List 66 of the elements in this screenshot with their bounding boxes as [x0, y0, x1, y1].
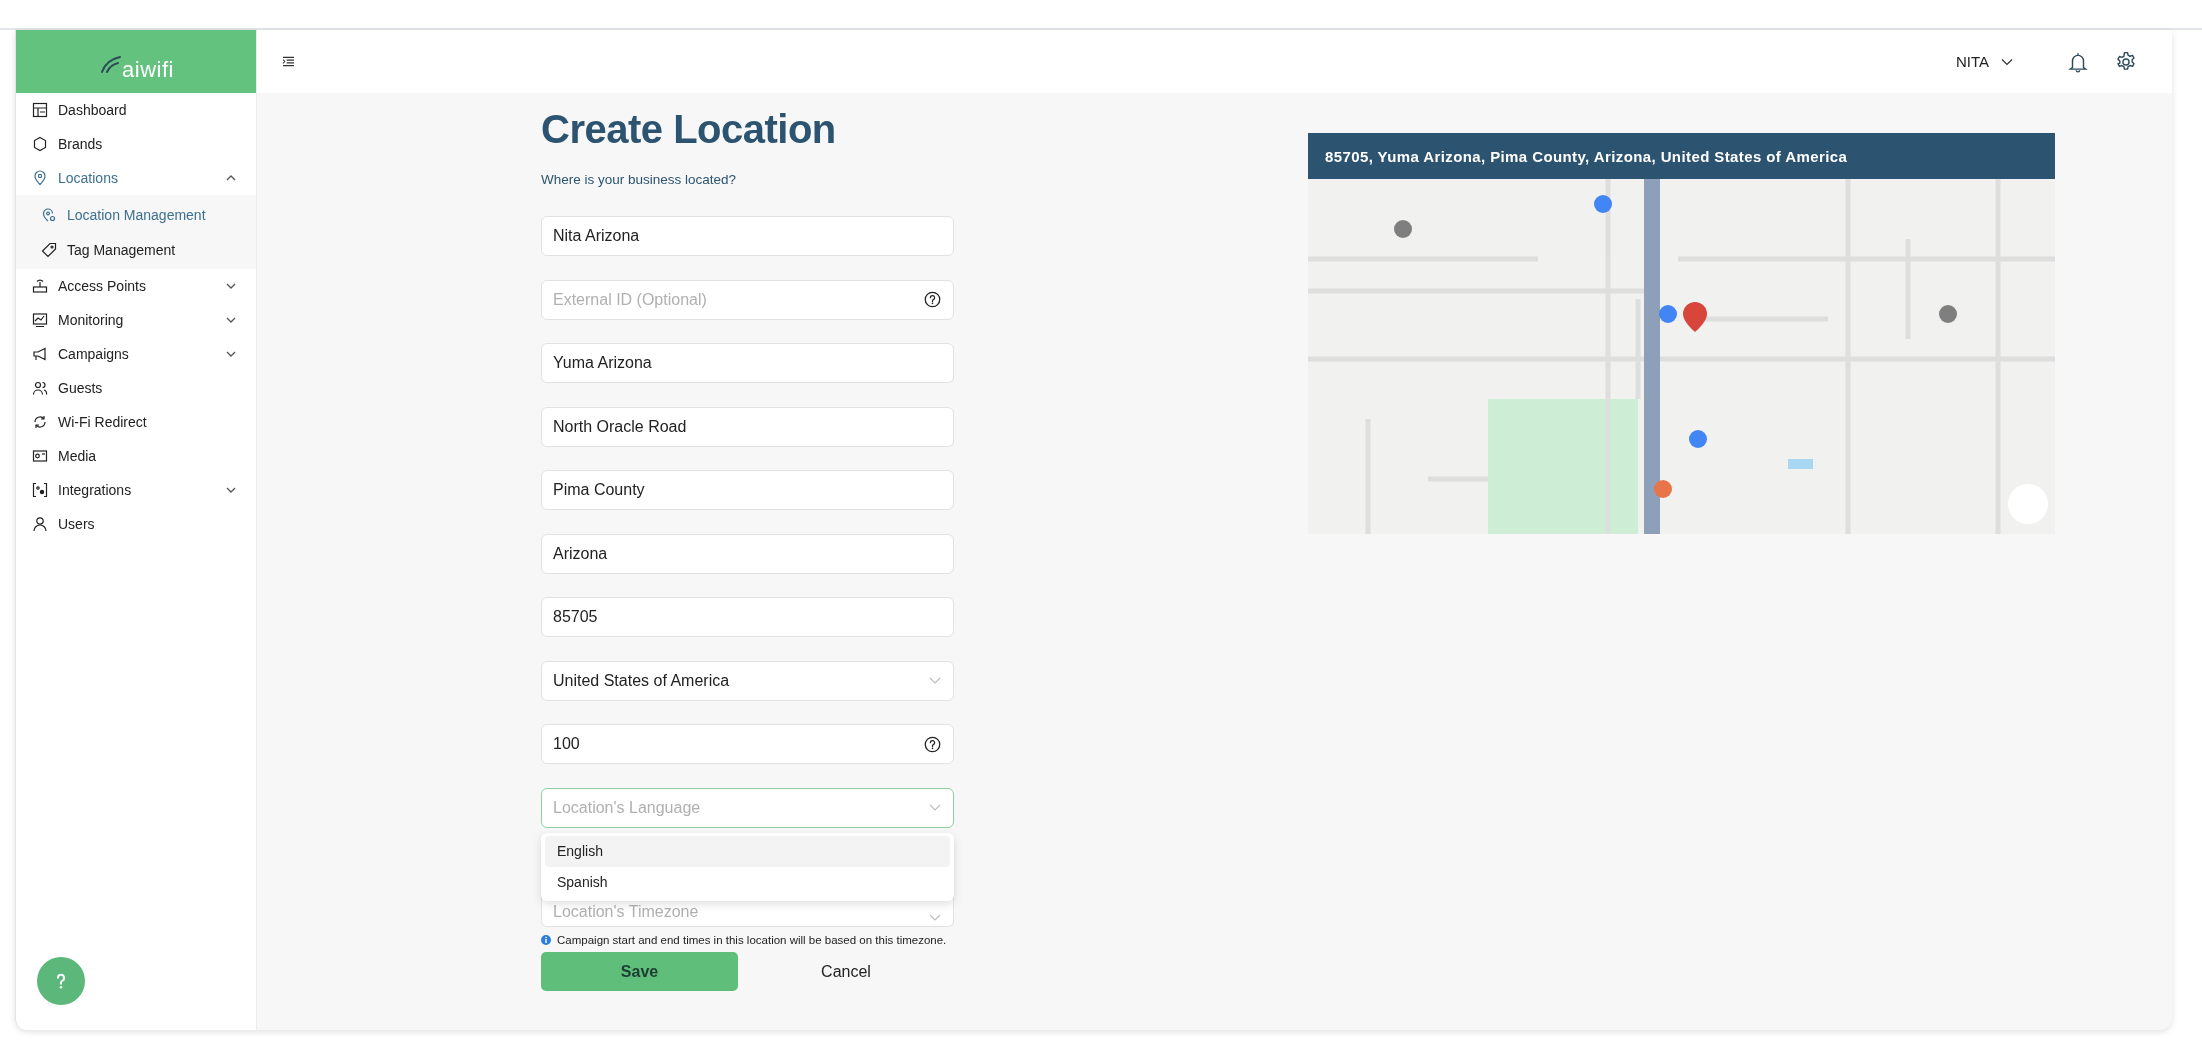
- chevron-down-icon: [929, 804, 941, 811]
- sidebar-item[interactable]: Monitoring: [16, 303, 256, 337]
- timezone-note: Campaign start and end times in this location will be based on this timezone.: [557, 934, 947, 946]
- input-field[interactable]: North Oracle Road: [541, 406, 954, 447]
- help-icon[interactable]: [924, 291, 941, 308]
- sidebar-label: Access Points: [58, 278, 147, 294]
- input-field[interactable]: Arizona: [541, 533, 954, 574]
- refresh-icon: [32, 414, 48, 430]
- input-field[interactable]: Nita Arizona: [541, 216, 954, 256]
- menu-icon[interactable]: [282, 56, 295, 67]
- chevron-down-icon: [929, 677, 941, 684]
- chevron-down-icon: [929, 914, 941, 921]
- page-title: Create Location: [541, 107, 837, 152]
- sidebar-subitem[interactable]: Tag Management: [16, 232, 256, 267]
- settings-icon[interactable]: [2115, 50, 2137, 73]
- help-icon[interactable]: [924, 735, 941, 753]
- sidebar-item[interactable]: Wi-Fi Redirect: [16, 405, 256, 439]
- sidebar-label: Users: [58, 516, 96, 532]
- people-icon: [32, 380, 48, 396]
- input-field[interactable]: 100: [541, 724, 954, 764]
- sidebar-label: Brands: [58, 136, 104, 152]
- cancel-button[interactable]: Cancel: [738, 952, 954, 991]
- user-icon: [32, 516, 48, 532]
- sidebar-item[interactable]: Guests: [16, 371, 256, 405]
- input-field[interactable]: Pima County: [541, 470, 954, 510]
- sidebar-label: Monitoring: [58, 312, 125, 328]
- logo: aiwifi: [16, 30, 256, 93]
- sidebar-item[interactable]: Media: [16, 439, 256, 473]
- chevron-down-icon: [2001, 57, 2013, 66]
- dropdown-option[interactable]: English: [545, 835, 950, 867]
- sidebar-item[interactable]: Integrations: [16, 473, 256, 507]
- monitor-icon: [32, 312, 48, 328]
- input-field[interactable]: Yuma Arizona: [541, 343, 954, 383]
- sidebar-label: Wi-Fi Redirect: [58, 414, 148, 430]
- sidebar-item[interactable]: Brands: [16, 127, 256, 161]
- sidebar-subitem[interactable]: Location Management: [16, 197, 256, 232]
- sidebar-item[interactable]: Access Points: [16, 269, 256, 303]
- sidebar-label: Integrations: [58, 482, 133, 498]
- sidebar-label: Location Management: [67, 206, 207, 223]
- tag-icon: [41, 241, 57, 258]
- info-icon: [541, 935, 551, 945]
- sidebar-item[interactable]: Users: [16, 507, 256, 541]
- map-pin-icon: [32, 170, 48, 186]
- sidebar-label: Locations: [58, 170, 119, 186]
- image-icon: [32, 448, 48, 464]
- bell-icon[interactable]: [2067, 50, 2089, 73]
- sidebar-label: Tag Management: [67, 241, 177, 258]
- user-menu[interactable]: NITA: [1955, 53, 2013, 70]
- page-subtitle: Where is your business located?: [541, 172, 738, 187]
- hexagon-icon: [32, 136, 48, 152]
- megaphone-icon: [32, 346, 48, 362]
- pin-gear-icon: [41, 206, 57, 223]
- sidebar-item[interactable]: Dashboard: [16, 93, 256, 127]
- input-field[interactable]: 85705: [541, 597, 954, 637]
- address-bar: 85705, Yuma Arizona, Pima County, Arizona, United States of America: [1308, 133, 2055, 179]
- integration-icon: [32, 482, 48, 498]
- sidebar-label: Campaigns: [58, 346, 130, 362]
- sidebar-label: Guests: [58, 380, 104, 396]
- sidebar-item[interactable]: Campaigns: [16, 337, 256, 371]
- dashboard-icon: [32, 102, 48, 118]
- select-field[interactable]: United States of America: [541, 660, 954, 701]
- save-button[interactable]: Save: [541, 952, 738, 991]
- sidebar-label: Dashboard: [58, 102, 128, 118]
- sidebar-label: Media: [58, 448, 98, 464]
- sidebar-item[interactable]: Locations: [16, 161, 256, 195]
- router-icon: [32, 278, 48, 294]
